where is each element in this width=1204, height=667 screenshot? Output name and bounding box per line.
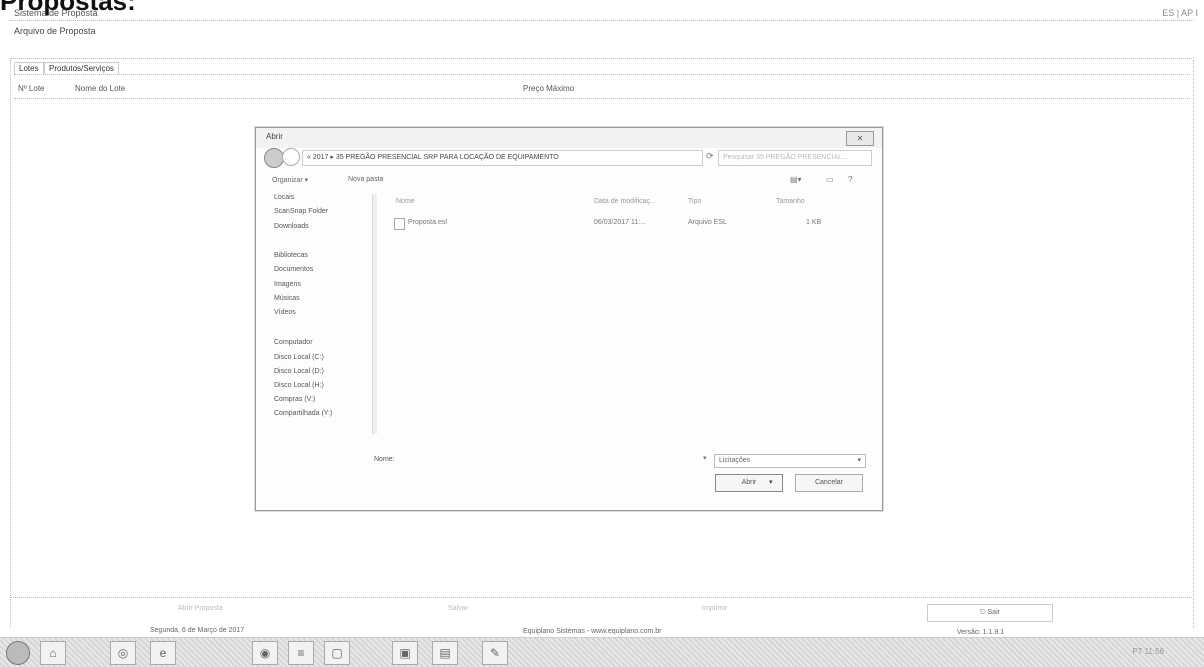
app-taskbar-icon[interactable]: ≡ xyxy=(288,641,314,665)
organize-button[interactable]: Organizar ▾ xyxy=(272,176,308,184)
file-type-filter[interactable]: Licitações ▾ xyxy=(714,454,866,468)
title-divider xyxy=(10,20,1194,21)
file-type: Arquivo ESL xyxy=(688,219,727,226)
dialog-title: Abrir xyxy=(266,132,283,141)
tree-item-downloads[interactable]: Downloads xyxy=(274,223,309,230)
column-lot-number[interactable]: Nº Lote xyxy=(18,84,45,93)
close-button[interactable]: ✕ xyxy=(846,131,874,146)
file-type-filter-value: Licitações xyxy=(719,457,751,464)
file-modified: 06/03/2017 11:... xyxy=(594,219,647,226)
ie-taskbar-icon[interactable]: e xyxy=(150,641,176,665)
search-input[interactable]: Pesquisar 35 PREGÃO PRESENCIAL... xyxy=(718,150,872,166)
status-date: Segunda, 6 de Março de 2017 xyxy=(150,627,245,634)
tree-scrollbar[interactable] xyxy=(372,194,377,434)
forward-arrow-icon[interactable] xyxy=(282,148,300,166)
preview-pane-icon[interactable]: ▭ xyxy=(826,175,834,184)
file-size: 1 KB xyxy=(806,219,822,226)
app-title: Sistema de Proposta xyxy=(14,8,98,18)
tree-item-compras[interactable]: Compras (V:) xyxy=(274,396,315,403)
open-dropdown-icon[interactable]: ▾ xyxy=(769,478,773,486)
tool-taskbar-icon[interactable]: ✎ xyxy=(482,641,508,665)
file-column-modified[interactable]: Data de modificaç... xyxy=(594,198,656,205)
filename-label: Nome: xyxy=(374,456,395,463)
file-name[interactable]: Proposta.esl xyxy=(408,219,447,226)
status-version: Versão: 1.1.9.1 xyxy=(957,629,1005,636)
tree-item-videos[interactable]: Vídeos xyxy=(274,309,296,316)
tab-lotes[interactable]: Lotes xyxy=(14,62,44,74)
file-icon[interactable] xyxy=(394,218,405,230)
tree-item-scansnap[interactable]: ScanSnap Folder xyxy=(274,208,328,215)
proposal-app-taskbar-icon[interactable]: ▣ xyxy=(392,641,418,665)
menu-arquivo[interactable]: Arquivo de Proposta xyxy=(14,26,96,36)
file-column-name[interactable]: Nome xyxy=(396,198,415,205)
cancel-button[interactable]: Cancelar xyxy=(795,474,863,492)
table-header-divider xyxy=(14,98,1190,99)
menu-divider xyxy=(10,58,1194,59)
tree-item-documentos[interactable]: Documentos xyxy=(274,266,313,273)
exit-label: Sair xyxy=(987,609,1000,616)
file-column-size[interactable]: Tamanho xyxy=(776,198,805,205)
view-options-icon[interactable]: ▤▾ xyxy=(790,175,802,184)
print-button[interactable]: Imprimir xyxy=(702,605,727,612)
tree-item-bibliotecas[interactable]: Bibliotecas xyxy=(274,252,308,259)
help-icon[interactable]: ? xyxy=(848,175,852,184)
tab-produtos-servicos[interactable]: Produtos/Serviços xyxy=(44,62,119,74)
start-button-icon[interactable] xyxy=(6,641,30,665)
tree-item-disco-c[interactable]: Disco Local (C:) xyxy=(274,354,324,361)
chevron-down-icon: ▾ xyxy=(857,457,861,464)
column-lot-name[interactable]: Nome do Lote xyxy=(75,84,125,93)
refresh-icon[interactable]: ⟳ xyxy=(706,151,714,162)
tree-item-disco-h[interactable]: Disco Local (H:) xyxy=(274,382,324,389)
left-border xyxy=(10,60,11,628)
window-controls[interactable]: ES | AP I xyxy=(1162,8,1198,18)
tree-item-compartilhada[interactable]: Compartilhada (Y:) xyxy=(274,410,332,417)
filename-dropdown-icon[interactable]: ▾ xyxy=(703,454,707,462)
navigation-tree: Locais ScanSnap Folder Downloads Bibliot… xyxy=(274,194,384,442)
right-border xyxy=(1193,60,1194,628)
address-bar[interactable]: « 2017 ▸ 35 PREGÃO PRESENCIAL SRP PARA L… xyxy=(302,150,703,166)
media-taskbar-icon[interactable]: ◉ xyxy=(252,641,278,665)
tab-divider xyxy=(14,74,1190,75)
explorer-taskbar-icon[interactable]: ⌂ xyxy=(40,641,66,665)
taskbar: ⌂ ◎ e ◉ ≡ ▢ ▣ ▤ ✎ PT 11:56 xyxy=(0,637,1204,667)
status-company: Equiplano Sistemas - www.equiplano.com.b… xyxy=(523,628,662,635)
tree-item-musicas[interactable]: Músicas xyxy=(274,295,300,302)
exit-button[interactable]: ⎋ Sair xyxy=(927,604,1053,622)
open-proposal-button[interactable]: Abrir Proposta xyxy=(178,605,223,612)
save-button[interactable]: Salvar xyxy=(448,605,468,612)
file-column-type[interactable]: Tipo xyxy=(688,198,701,205)
system-tray[interactable]: PT 11:56 xyxy=(1132,647,1164,656)
chrome-taskbar-icon[interactable]: ◎ xyxy=(110,641,136,665)
tree-item-locais[interactable]: Locais xyxy=(274,194,294,201)
footer-divider xyxy=(10,597,1194,598)
tree-item-computador[interactable]: Computador xyxy=(274,339,313,346)
tree-item-disco-d[interactable]: Disco Local (D:) xyxy=(274,368,324,375)
folder-taskbar-icon[interactable]: ▤ xyxy=(432,641,458,665)
outlook-taskbar-icon[interactable]: ▢ xyxy=(324,641,350,665)
dialog-titlebar[interactable] xyxy=(256,128,882,148)
filename-input[interactable] xyxy=(396,454,708,467)
new-folder-button[interactable]: Nova pasta xyxy=(348,176,383,183)
tree-item-imagens[interactable]: Imagens xyxy=(274,281,301,288)
exit-icon: ⎋ xyxy=(980,609,988,616)
open-file-dialog: Abrir ✕ « 2017 ▸ 35 PREGÃO PRESENCIAL SR… xyxy=(255,127,883,511)
back-arrow-icon[interactable] xyxy=(264,148,284,168)
column-max-price[interactable]: Preço Máximo xyxy=(523,84,574,93)
